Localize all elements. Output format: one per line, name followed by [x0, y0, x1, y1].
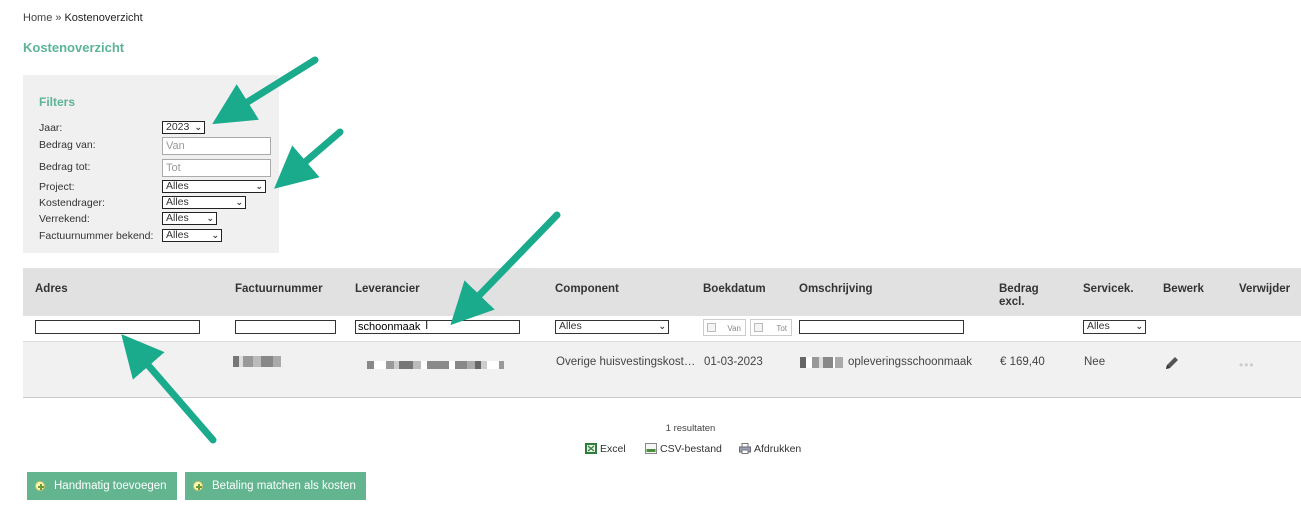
filter-factuurnummer-input[interactable]: [235, 320, 336, 334]
filter-leverancier-input[interactable]: schoonmaak I: [355, 318, 520, 334]
column-header-bedrag-line2: excl.: [999, 296, 1025, 308]
redacted-leverancier: [367, 361, 537, 369]
filter-jaar-label: Jaar:: [39, 122, 63, 134]
column-header-servicek[interactable]: Servicek.: [1083, 283, 1134, 296]
cell-component: Overige huisvestingskost…: [556, 356, 696, 368]
export-csv-label: CSV-bestand: [660, 443, 722, 455]
cell-boekdatum: 01-03-2023: [704, 356, 763, 368]
filter-bedrag-tot-input[interactable]: Tot: [162, 159, 271, 177]
redacted-factuurnummer: [233, 356, 285, 367]
export-excel-label: Excel: [600, 443, 626, 455]
breadcrumb-separator: »: [55, 12, 62, 24]
breadcrumb-current: Kostenoverzicht: [64, 12, 143, 24]
filter-boekdatum-van-placeholder: Van: [727, 324, 741, 333]
page-title: Kostenoverzicht: [23, 40, 125, 55]
calendar-icon: [754, 323, 763, 332]
column-header-adres[interactable]: Adres: [35, 283, 68, 296]
delete-more-icon[interactable]: •••: [1239, 358, 1255, 372]
chevron-down-icon: ⌄: [206, 213, 214, 223]
breadcrumb-home-link[interactable]: Home: [23, 12, 52, 24]
cell-bedrag: € 169,40: [1000, 356, 1045, 368]
chevron-down-icon: ⌄: [235, 197, 243, 207]
export-csv-link[interactable]: CSV-bestand: [645, 443, 722, 455]
filter-leverancier-value: schoonmaak: [358, 321, 421, 333]
filter-servicek-select[interactable]: Alles ⌄: [1083, 320, 1146, 334]
column-filter-row: schoonmaak I Alles ⌄ Van Tot Alles ⌄: [23, 316, 1301, 341]
filter-bedrag-van-input[interactable]: Van: [162, 137, 271, 155]
filter-factuurnummer-bekend-select[interactable]: Alles ⌄: [162, 229, 222, 242]
chevron-down-icon: ⌄: [658, 321, 666, 331]
filter-boekdatum-van[interactable]: Van: [703, 319, 746, 336]
chevron-down-icon: ⌄: [255, 181, 263, 191]
export-print-label: Afdrukken: [754, 443, 802, 455]
betaling-matchen-button[interactable]: Betaling matchen als kosten: [185, 472, 366, 500]
filters-panel: Filters Jaar: 2023 ⌄ Bedrag van: Van Bedr…: [23, 75, 279, 253]
cell-omschrijving: opleveringsschoonmaak: [848, 356, 973, 368]
calendar-icon: [707, 323, 716, 332]
column-header-omschrijving[interactable]: Omschrijving: [799, 283, 873, 296]
csv-file-icon: [645, 443, 657, 454]
text-cursor-icon: I: [425, 318, 429, 332]
column-header-component[interactable]: Component: [555, 283, 619, 296]
column-header-boekdatum[interactable]: Boekdatum: [703, 283, 766, 296]
column-header-verwijder: Verwijder: [1239, 283, 1291, 295]
plus-circle-icon: [193, 481, 203, 491]
plus-circle-icon: [35, 481, 45, 491]
chevron-down-icon: ⌄: [1135, 321, 1143, 331]
filter-servicek-value: Alles: [1087, 320, 1110, 332]
filter-kostendrager-label: Kostendrager:: [39, 197, 105, 209]
betaling-matchen-label: Betaling matchen als kosten: [212, 480, 356, 492]
table-row[interactable]: Overige huisvestingskost… 01-03-2023 opl…: [23, 341, 1301, 398]
printer-icon: [739, 443, 751, 454]
filter-component-value: Alles: [559, 320, 582, 332]
filter-jaar-select[interactable]: 2023 ⌄: [162, 121, 205, 134]
excel-icon: [585, 443, 597, 454]
table-header: Adres Factuurnummer Leverancier Componen…: [23, 268, 1301, 316]
column-header-bewerk: Bewerk: [1163, 283, 1204, 295]
filter-omschrijving-input[interactable]: [799, 320, 964, 334]
filter-project-value: Alles: [166, 180, 189, 192]
redacted-omschrijving-prefix: [800, 357, 844, 368]
filter-kostendrager-value: Alles: [166, 196, 189, 208]
column-header-factuurnummer[interactable]: Factuurnummer: [235, 283, 323, 296]
filters-heading: Filters: [39, 95, 76, 109]
filter-verrekend-value: Alles: [166, 212, 189, 224]
filter-adres-input[interactable]: [35, 320, 200, 334]
results-count: 1 resultaten: [665, 423, 716, 434]
filter-verrekend-select[interactable]: Alles ⌄: [162, 212, 217, 225]
column-header-leverancier[interactable]: Leverancier: [355, 283, 420, 296]
column-header-bedrag-line1: Bedrag: [999, 283, 1039, 295]
chevron-down-icon: ⌄: [211, 230, 219, 240]
filter-boekdatum-tot-placeholder: Tot: [776, 324, 787, 333]
filter-factuurnummer-bekend-value: Alles: [166, 229, 189, 241]
cell-servicek: Nee: [1084, 356, 1106, 368]
filter-bedrag-tot-label: Bedrag tot:: [39, 161, 91, 173]
column-header-bedrag[interactable]: Bedrag excl.: [999, 283, 1039, 309]
filter-kostendrager-select[interactable]: Alles ⌄: [162, 196, 246, 209]
filter-bedrag-van-label: Bedrag van:: [39, 139, 96, 151]
handmatig-toevoegen-label: Handmatig toevoegen: [54, 480, 167, 492]
filter-project-select[interactable]: Alles ⌄: [162, 180, 266, 193]
edit-pencil-icon[interactable]: [1164, 355, 1180, 371]
filter-verrekend-label: Verrekend:: [39, 213, 90, 225]
export-print-link[interactable]: Afdrukken: [739, 443, 801, 455]
filter-factuurnummer-bekend-label: Factuurnummer bekend:: [39, 230, 154, 242]
filter-boekdatum-tot[interactable]: Tot: [750, 319, 792, 336]
breadcrumb: Home» Kostenoverzicht: [23, 12, 143, 24]
filter-component-select[interactable]: Alles ⌄: [555, 320, 669, 334]
arrow-to-project: [274, 128, 344, 189]
filter-jaar-value: 2023: [166, 121, 190, 133]
handmatig-toevoegen-button[interactable]: Handmatig toevoegen: [27, 472, 177, 500]
export-excel-link[interactable]: Excel: [585, 443, 626, 455]
chevron-down-icon: ⌄: [194, 122, 202, 132]
filter-project-label: Project:: [39, 181, 75, 193]
